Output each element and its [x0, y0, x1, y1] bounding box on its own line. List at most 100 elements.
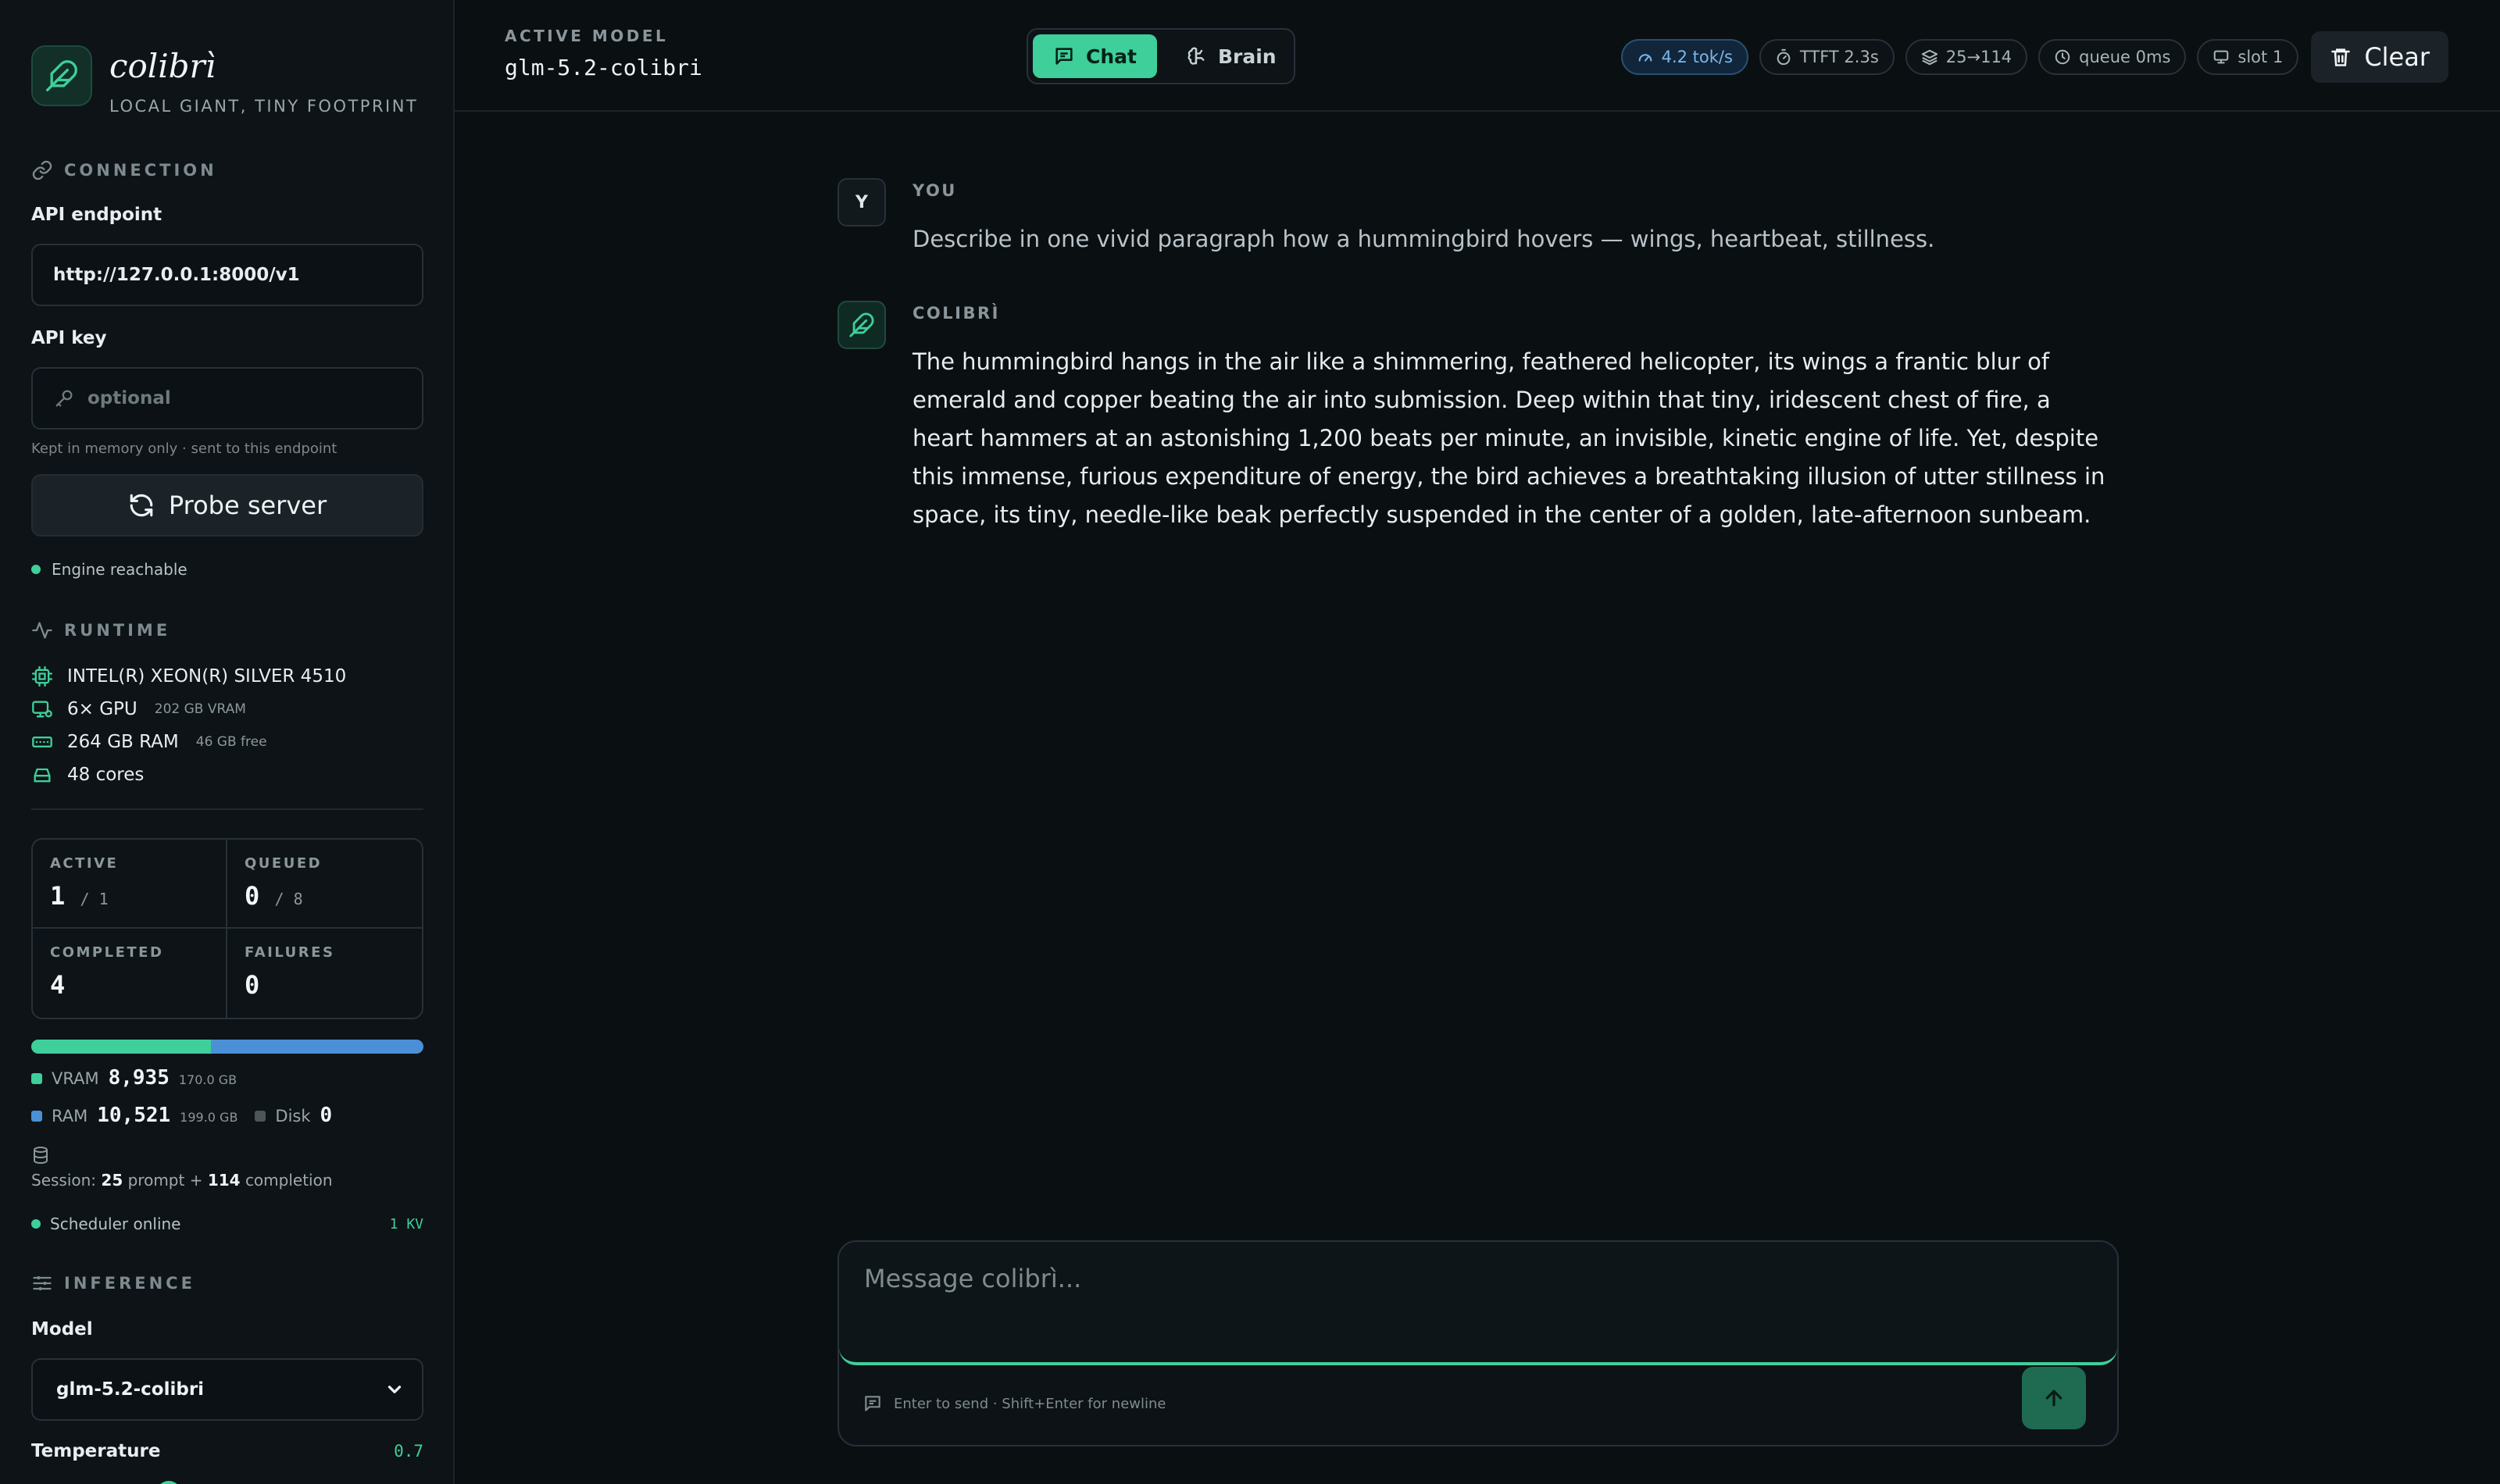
stat-active-label: ACTIVE: [50, 855, 119, 872]
session-suffix: completion: [245, 1171, 333, 1190]
disk-value: 0: [320, 1104, 333, 1127]
hardware-list: INTEL(R) XEON(R) SILVER 4510 6× GPU 202 …: [31, 660, 422, 791]
scheduler-text: Scheduler online: [50, 1215, 181, 1233]
ram-free: 46 GB free: [195, 734, 267, 750]
arrow-up-icon: [2045, 1389, 2062, 1407]
model-label: Model: [31, 1319, 93, 1340]
disk-label: Disk: [275, 1107, 311, 1125]
gpu-icon: [32, 701, 52, 718]
tab-brain[interactable]: Brain: [1165, 34, 1297, 78]
sidebar: colibrì LOCAL GIANT, TINY FOOTPRINT CONN…: [0, 0, 455, 1484]
gauge-icon: [1638, 54, 1652, 62]
cores-row: 48 cores: [31, 758, 422, 791]
stat-queued-value: 0: [245, 881, 260, 911]
main-panel: ACTIVE MODEL glm-5.2-colibri Chat Brain …: [455, 0, 2500, 1484]
disk-swatch: [255, 1111, 266, 1122]
clear-button[interactable]: Clear: [2311, 31, 2448, 83]
cores-count: 48 cores: [67, 765, 145, 785]
active-model: ACTIVE MODEL glm-5.2-colibri: [505, 27, 702, 80]
mode-toggle: Chat Brain: [1027, 28, 1295, 84]
tokens-value: 25→114: [1945, 48, 2012, 66]
speed-pill: 4.2 tok/s: [1620, 39, 1748, 75]
gpu-count: 6× GPU: [67, 699, 138, 719]
vram-label: VRAM: [52, 1069, 99, 1088]
timer-icon: [1777, 48, 1791, 66]
stat-completed-label: COMPLETED: [50, 944, 164, 961]
stat-queued-sub: / 8: [274, 890, 303, 908]
brand-tagline: LOCAL GIANT, TINY FOOTPRINT: [109, 97, 419, 116]
user-avatar: Y: [838, 178, 886, 227]
job-stats: ACTIVE 1 / 1 QUEUED 0 / 8 COMPLETED 4 FA…: [31, 838, 423, 1019]
scheduler-online: Scheduler online: [31, 1215, 181, 1233]
ram-value: 10,521: [97, 1104, 171, 1127]
sliders-icon: [33, 1275, 52, 1291]
endpoint-value: http://127.0.0.1:8000/v1: [53, 265, 300, 285]
ram-row: 264 GB RAM 46 GB free: [31, 726, 422, 758]
queue-pill: queue 0ms: [2038, 39, 2187, 75]
temperature-label: Temperature: [31, 1441, 161, 1461]
engine-status-text: Engine reachable: [52, 560, 188, 579]
stat-active-sub: / 1: [80, 890, 109, 908]
refresh-icon: [130, 494, 153, 517]
composer: Message colibrì... Enter to send · Shift…: [838, 1240, 2119, 1447]
ttft-value: TTFT 2.3s: [1799, 48, 1879, 66]
active-model-caption: ACTIVE MODEL: [505, 27, 669, 45]
endpoint-input[interactable]: http://127.0.0.1:8000/v1: [31, 244, 423, 306]
message-icon: [865, 1396, 880, 1411]
speed-value: 4.2 tok/s: [1661, 48, 1733, 66]
database-icon: [31, 1146, 422, 1168]
message-author: YOU: [912, 181, 957, 200]
tokens-pill: 25→114: [1905, 39, 2028, 75]
message-assistant: COLIBRÌ The hummingbird hangs in the air…: [838, 301, 2119, 534]
api-key-placeholder: optional: [88, 388, 171, 408]
cpu-icon: [32, 666, 52, 687]
session-completion-count: 114: [207, 1171, 241, 1190]
send-button[interactable]: [2022, 1367, 2086, 1429]
message-user: Y YOU Describe in one vivid paragraph ho…: [838, 178, 2119, 259]
tab-chat-label: Chat: [1086, 45, 1137, 68]
slot-pill: slot 1: [2197, 39, 2299, 75]
ram-legend: RAM 10,521 199.0 GB Disk 0: [31, 1104, 422, 1127]
temperature-value: 0.7: [394, 1442, 423, 1461]
message-text: The hummingbird hangs in the air like a …: [912, 348, 2105, 528]
clock-icon: [2055, 49, 2070, 65]
ram-sub: 199.0 GB: [180, 1110, 238, 1125]
composer-hint-text: Enter to send · Shift+Enter for newline: [894, 1395, 1166, 1412]
metrics-bar: 4.2 tok/s TTFT 2.3s 25→114 queue 0ms slo…: [1620, 31, 2448, 83]
session-prompt-count: 25: [101, 1171, 123, 1190]
brand-name: colibrì: [109, 47, 216, 85]
link-icon: [32, 160, 52, 180]
ttft-pill: TTFT 2.3s: [1759, 39, 1895, 75]
inference-heading: INFERENCE: [31, 1272, 422, 1294]
runtime-divider: [31, 808, 423, 810]
memory-bar-ram: [211, 1040, 423, 1054]
stat-failures-label: FAILURES: [245, 944, 335, 961]
memory-icon: [32, 737, 52, 747]
temperature-row: Temperature 0.7: [31, 1441, 423, 1461]
message-author: COLIBRÌ: [912, 304, 1000, 323]
trash-icon: [2331, 48, 2351, 66]
stat-active-value: 1: [50, 881, 66, 911]
model-select-value: glm-5.2-colibri: [56, 1379, 205, 1400]
gpu-vram: 202 GB VRAM: [154, 701, 246, 717]
composer-hint: Enter to send · Shift+Enter for newline: [862, 1393, 1166, 1414]
session-prefix: Session:: [31, 1171, 97, 1190]
message-input[interactable]: Message colibrì...: [839, 1242, 2117, 1365]
stat-queued-label: QUEUED: [245, 855, 323, 872]
layers-icon: [1921, 49, 1938, 66]
temperature-slider-handle[interactable]: [155, 1481, 181, 1484]
feather-logo-icon: [31, 45, 92, 106]
drive-icon: [34, 768, 51, 783]
queue-value: queue 0ms: [2079, 48, 2171, 66]
model-select[interactable]: glm-5.2-colibri: [31, 1358, 423, 1421]
probe-server-button[interactable]: Probe server: [31, 474, 423, 537]
chevron-down-icon: [388, 1386, 402, 1393]
assistant-avatar-feather-icon: [838, 301, 886, 349]
api-key-input[interactable]: optional: [31, 367, 423, 430]
monitor-icon: [2214, 50, 2229, 64]
app-root: colibrì LOCAL GIANT, TINY FOOTPRINT CONN…: [0, 0, 2500, 1484]
tab-chat[interactable]: Chat: [1033, 34, 1157, 78]
connection-heading: CONNECTION: [31, 159, 422, 181]
runtime-heading-text: RUNTIME: [64, 621, 171, 640]
vram-sub: 170.0 GB: [178, 1072, 238, 1087]
